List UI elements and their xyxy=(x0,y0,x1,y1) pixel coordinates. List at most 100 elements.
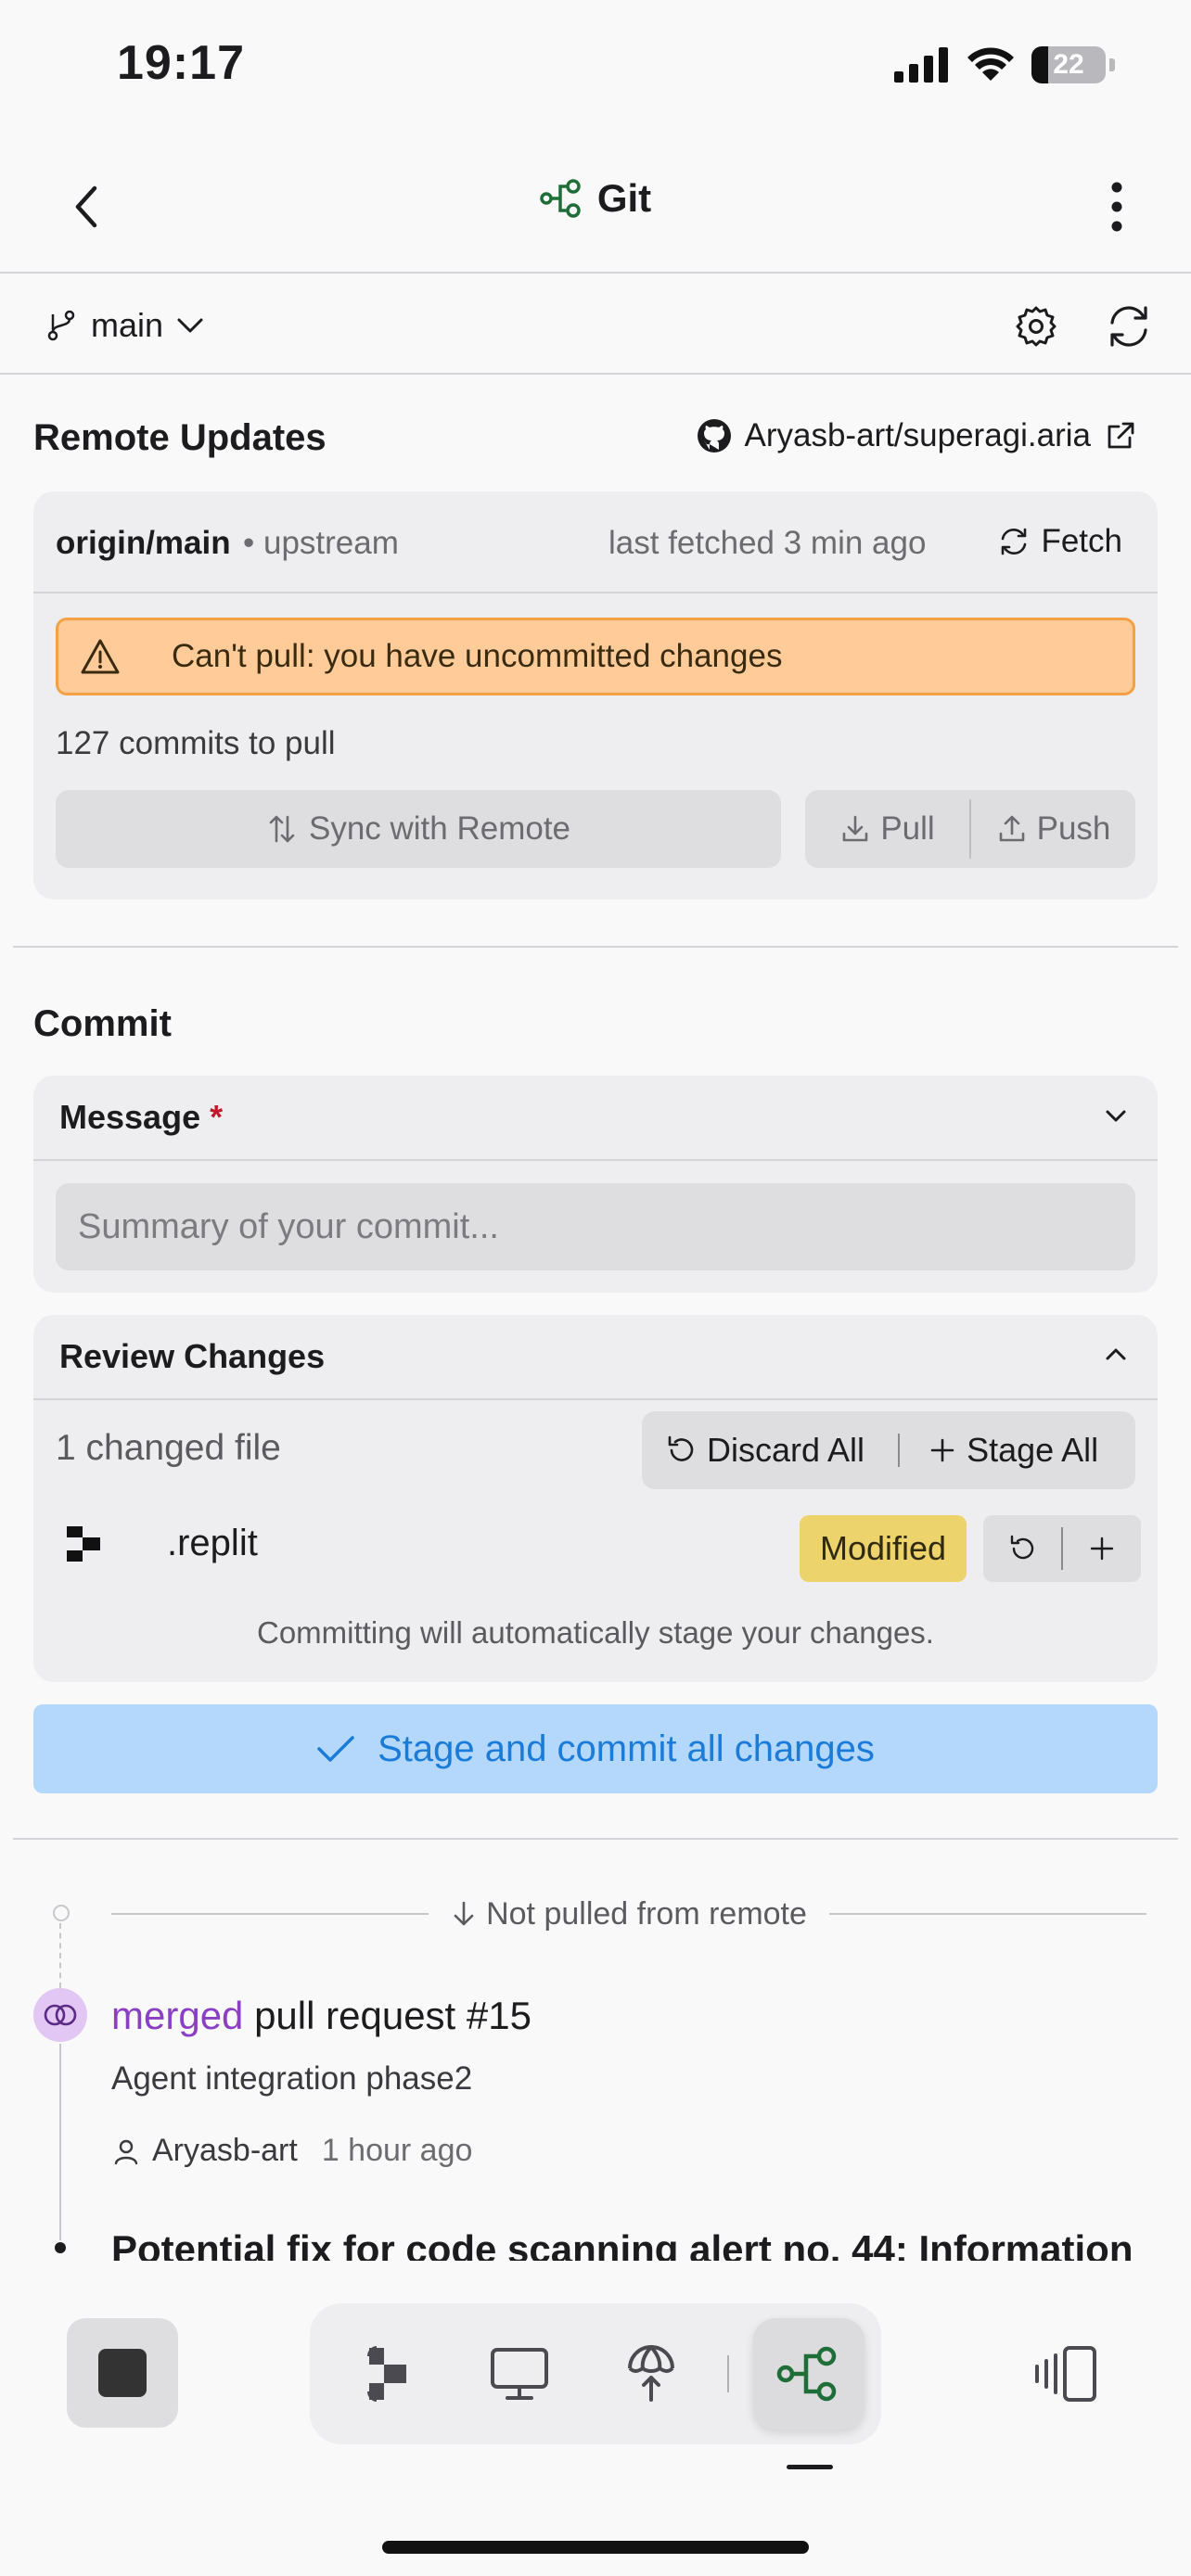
not-pulled-divider: Not pulled from remote xyxy=(111,1895,1146,1932)
fetch-button[interactable]: Fetch xyxy=(998,512,1122,571)
pull-button[interactable]: Pull xyxy=(805,790,969,868)
stage-file-button[interactable] xyxy=(1063,1535,1141,1562)
warning-icon xyxy=(81,639,120,674)
review-title: Review Changes xyxy=(59,1337,326,1375)
battery-icon: 22 xyxy=(1031,46,1106,83)
bulk-actions: Discard All Stage All xyxy=(642,1411,1135,1489)
timeline-dot xyxy=(55,2242,66,2253)
last-fetched: last fetched 3 min ago xyxy=(608,525,927,561)
status-bar: 19:17 22 xyxy=(0,0,1191,139)
refresh-icon xyxy=(1002,528,1027,555)
auto-stage-note: Committing will automatically stage your… xyxy=(257,1615,934,1650)
stage-all-button[interactable]: Stage All xyxy=(928,1431,1098,1470)
warning-text: Can't pull: you have uncommitted changes xyxy=(172,638,783,674)
refresh-icon xyxy=(1110,306,1147,347)
remote-branch: origin/main xyxy=(56,525,231,561)
commit-subtitle: Agent integration phase2 xyxy=(111,2060,473,2097)
changed-file-row[interactable]: .replit Modified xyxy=(56,1500,1141,1584)
stop-icon xyxy=(98,2349,147,2397)
branch-name: main xyxy=(91,306,164,344)
undo-icon xyxy=(668,1435,694,1461)
page-title-text: Git xyxy=(596,176,652,220)
monitor-icon xyxy=(491,2348,548,2400)
settings-button[interactable] xyxy=(1005,296,1067,357)
git-icon xyxy=(776,2346,837,2402)
gear-icon xyxy=(1016,306,1057,347)
replit-file-icon xyxy=(67,1526,100,1562)
section-divider xyxy=(13,1838,1178,1840)
commit-title: Potential fix for code scanning alert no… xyxy=(111,2227,1133,2261)
pull-label: Pull xyxy=(880,810,935,847)
arrow-down-icon xyxy=(454,1901,474,1926)
page-title: Git xyxy=(0,176,1191,221)
plus-icon xyxy=(1090,1537,1114,1561)
undo-icon xyxy=(1010,1535,1034,1560)
commit-title[interactable]: merged pull request #15 xyxy=(111,1994,531,2038)
chevron-down-icon xyxy=(177,318,203,333)
message-header[interactable]: Message * xyxy=(33,1076,1158,1161)
agent-icon xyxy=(367,2346,406,2402)
stop-button[interactable] xyxy=(67,2318,178,2428)
changed-file-count: 1 changed file xyxy=(56,1428,281,1468)
commit-section-title: Commit xyxy=(33,1003,172,1044)
branch-bar: main xyxy=(0,275,1191,375)
status-time: 19:17 xyxy=(117,36,245,90)
commit-author: Aryasb-art xyxy=(152,2133,298,2168)
upload-icon xyxy=(999,815,1024,842)
review-changes-card: Review Changes 1 changed file Discard Al… xyxy=(33,1315,1158,1682)
more-options-button[interactable] xyxy=(1089,174,1145,239)
tool-agent[interactable] xyxy=(330,2318,442,2429)
upstream-label: • upstream xyxy=(243,525,399,561)
merge-icon xyxy=(44,2004,77,2026)
download-icon xyxy=(843,815,868,842)
sync-label: Sync with Remote xyxy=(308,810,571,847)
merged-label: merged xyxy=(111,1994,244,2037)
refresh-button[interactable] xyxy=(1098,296,1159,357)
github-icon xyxy=(697,419,731,453)
fetch-label: Fetch xyxy=(1041,523,1122,559)
timeline-dashed-line xyxy=(59,1923,61,1988)
battery-level: 22 xyxy=(1053,49,1084,80)
status-icons: 22 xyxy=(894,46,1115,83)
commit-title-clip[interactable]: Potential fix for code scanning alert no… xyxy=(111,2222,1169,2261)
tool-console[interactable] xyxy=(464,2318,575,2429)
pull-push-group: Pull Push xyxy=(805,790,1135,868)
remote-card: origin/main • upstream last fetched 3 mi… xyxy=(33,491,1158,899)
discard-file-button[interactable] xyxy=(983,1534,1061,1563)
merge-avatar xyxy=(33,1988,87,2042)
more-vertical-icon xyxy=(1111,182,1122,232)
remote-updates-title: Remote Updates xyxy=(33,417,327,458)
push-button[interactable]: Push xyxy=(971,790,1135,868)
stage-all-label: Stage All xyxy=(967,1431,1099,1469)
sync-with-remote-button[interactable]: Sync with Remote xyxy=(56,790,781,868)
external-link-icon xyxy=(1108,422,1134,449)
file-actions xyxy=(983,1515,1141,1582)
tool-switcher xyxy=(310,2303,881,2444)
bottom-toolbar xyxy=(0,2263,1191,2576)
file-name: .replit xyxy=(167,1523,258,1563)
tool-git[interactable] xyxy=(753,2318,864,2429)
section-divider xyxy=(13,946,1178,948)
remote-card-header: origin/main • upstream last fetched 3 mi… xyxy=(33,491,1158,593)
commit-button-label: Stage and commit all changes xyxy=(378,1728,875,1769)
timeline-dot xyxy=(53,1905,70,1921)
status-badge: Modified xyxy=(800,1515,967,1582)
discard-all-label: Discard All xyxy=(707,1431,865,1469)
not-pulled-label: Not pulled from remote xyxy=(486,1895,807,1932)
discard-all-button[interactable]: Discard All xyxy=(664,1431,864,1470)
chevron-up-icon xyxy=(1106,1348,1126,1360)
panel-toggle-button[interactable] xyxy=(1030,2327,1104,2420)
commit-meta: Aryasb-art 1 hour ago xyxy=(111,2133,472,2169)
commit-message-input[interactable] xyxy=(56,1183,1135,1270)
deploy-icon xyxy=(628,2345,674,2402)
panel-icon xyxy=(1035,2346,1096,2402)
git-icon xyxy=(540,179,581,218)
review-header[interactable]: Review Changes xyxy=(33,1315,1158,1400)
message-label: Message * xyxy=(59,1098,224,1136)
repo-link[interactable]: Aryasb-art/superagi.aria xyxy=(697,417,1138,454)
branch-actions xyxy=(1005,296,1159,357)
required-mark: * xyxy=(210,1098,224,1136)
tool-deploy[interactable] xyxy=(596,2318,707,2429)
stage-and-commit-button[interactable]: Stage and commit all changes xyxy=(33,1704,1158,1793)
branch-selector[interactable]: main xyxy=(45,298,204,353)
